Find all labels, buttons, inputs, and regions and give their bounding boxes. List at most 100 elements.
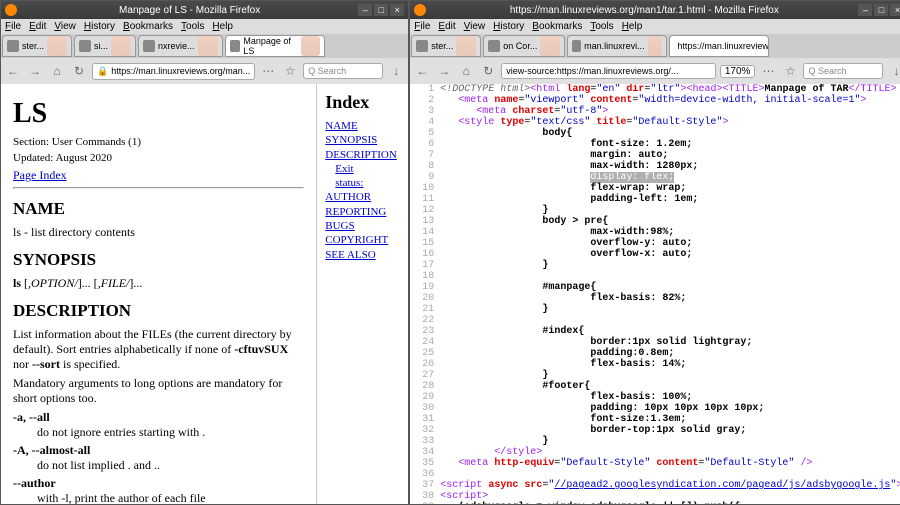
source-line[interactable]: 1<!DOCTYPE html><html lang="en" dir="ltr… xyxy=(410,84,900,95)
index-link[interactable]: SYNOPSIS xyxy=(325,133,400,147)
minimize-button[interactable]: – xyxy=(358,4,372,16)
zoom-level[interactable]: 170% xyxy=(720,65,756,78)
source-line[interactable]: 11 padding-left: 1em; xyxy=(410,194,900,205)
source-line[interactable]: 29 flex-basis: 100%; xyxy=(410,392,900,403)
source-view[interactable]: 1<!DOCTYPE html><html lang="en" dir="ltr… xyxy=(410,84,900,504)
close-button[interactable]: × xyxy=(890,4,900,16)
search-input[interactable]: Q Search xyxy=(303,63,383,79)
url-input[interactable]: 🔒https://man.linuxreviews.org/man... xyxy=(92,63,255,80)
source-line[interactable]: 20 flex-basis: 82%; xyxy=(410,293,900,304)
source-line[interactable]: 13 body > pre{ xyxy=(410,216,900,227)
forward-button[interactable]: → xyxy=(435,62,453,80)
tab[interactable]: nxrevie... xyxy=(138,35,223,57)
menu-bookmarks[interactable]: Bookmarks xyxy=(123,21,173,32)
index-link[interactable]: REPORTING BUGS xyxy=(325,205,400,234)
close-button[interactable]: × xyxy=(390,4,404,16)
back-button[interactable]: ← xyxy=(413,62,431,80)
left-titlebar[interactable]: Manpage of LS - Mozilla Firefox – □ × xyxy=(1,1,408,19)
tab[interactable]: https://man.linuxreviews.org/... xyxy=(669,35,769,57)
source-line[interactable]: 18 xyxy=(410,271,900,282)
menu-edit[interactable]: Edit xyxy=(438,21,455,32)
source-line[interactable]: 30 padding: 10px 10px 10px 10px; xyxy=(410,403,900,414)
source-line[interactable]: 10 flex-wrap: wrap; xyxy=(410,183,900,194)
menu-help[interactable]: Help xyxy=(622,21,643,32)
source-line[interactable]: 3 <meta charset="utf-8"> xyxy=(410,106,900,117)
source-line[interactable]: 14 max-width:98%; xyxy=(410,227,900,238)
index-link[interactable]: AUTHOR xyxy=(325,190,400,204)
index-link[interactable]: SEE ALSO xyxy=(325,248,400,262)
source-line[interactable]: 12 } xyxy=(410,205,900,216)
source-line[interactable]: 33 } xyxy=(410,436,900,447)
forward-button[interactable]: → xyxy=(26,62,44,80)
reload-button[interactable]: ↻ xyxy=(70,62,88,80)
menu-history[interactable]: History xyxy=(493,21,524,32)
source-line[interactable]: 22 xyxy=(410,315,900,326)
tab[interactable]: si... xyxy=(74,35,136,57)
source-line[interactable]: 7 margin: auto; xyxy=(410,150,900,161)
index-link[interactable]: NAME xyxy=(325,119,400,133)
source-line[interactable]: 17 } xyxy=(410,260,900,271)
index-link[interactable]: DESCRIPTION xyxy=(325,148,400,162)
home-button[interactable]: ⌂ xyxy=(48,62,66,80)
back-button[interactable]: ← xyxy=(4,62,22,80)
source-line[interactable]: 15 overflow-y: auto; xyxy=(410,238,900,249)
home-button[interactable]: ⌂ xyxy=(457,62,475,80)
search-input[interactable]: Q Search xyxy=(803,63,883,79)
source-line[interactable]: 37<script async src="//pagead2.googlesyn… xyxy=(410,480,900,491)
source-line[interactable]: 28 #footer{ xyxy=(410,381,900,392)
download-icon[interactable]: ↓ xyxy=(387,62,405,80)
menu-view[interactable]: View xyxy=(464,21,486,32)
more-button[interactable]: ⋯ xyxy=(259,62,277,80)
source-line[interactable]: 35 <meta http-equiv="Default-Style" cont… xyxy=(410,458,900,469)
tab[interactable]: on Cor... xyxy=(483,35,565,57)
source-line[interactable]: 5 body{ xyxy=(410,128,900,139)
source-line[interactable]: 31 font-size:1.3em; xyxy=(410,414,900,425)
source-line[interactable]: 2 <meta name="viewport" content="width=d… xyxy=(410,95,900,106)
source-line[interactable]: 26 flex-basis: 14%; xyxy=(410,359,900,370)
source-line[interactable]: 34 </style> xyxy=(410,447,900,458)
reload-button[interactable]: ↻ xyxy=(479,62,497,80)
menu-tools[interactable]: Tools xyxy=(181,21,204,32)
source-line[interactable]: 27 } xyxy=(410,370,900,381)
source-line[interactable]: 16 overflow-x: auto; xyxy=(410,249,900,260)
source-line[interactable]: 9 display: flex; xyxy=(410,172,900,183)
download-icon[interactable]: ↓ xyxy=(887,62,900,80)
source-line[interactable]: 4 <style type="text/css" title="Default-… xyxy=(410,117,900,128)
star-button[interactable]: ☆ xyxy=(781,62,799,80)
star-button[interactable]: ☆ xyxy=(281,62,299,80)
menu-help[interactable]: Help xyxy=(212,21,233,32)
tab[interactable]: ster... xyxy=(2,35,72,57)
tab[interactable]: Manpage of LS xyxy=(225,35,325,57)
tab[interactable]: man.linuxrevi... xyxy=(567,35,667,57)
source-line[interactable]: 38<script> xyxy=(410,491,900,502)
minimize-button[interactable]: – xyxy=(858,4,872,16)
tab[interactable]: ster... xyxy=(411,35,481,57)
menu-edit[interactable]: Edit xyxy=(29,21,46,32)
index-link[interactable]: COPYRIGHT xyxy=(325,233,400,247)
source-line[interactable]: 39 (adsbygoogle = window.adsbygoogle || … xyxy=(410,502,900,504)
source-line[interactable]: 6 font-size: 1.2em; xyxy=(410,139,900,150)
maximize-button[interactable]: □ xyxy=(874,4,888,16)
source-line[interactable]: 8 max-width: 1280px; xyxy=(410,161,900,172)
source-line[interactable]: 23 #index{ xyxy=(410,326,900,337)
url-input[interactable]: view-source:https://man.linuxreviews.org… xyxy=(501,63,716,79)
more-button[interactable]: ⋯ xyxy=(759,62,777,80)
source-line[interactable]: 36 xyxy=(410,469,900,480)
source-line[interactable]: 24 border:1px solid lightgray; xyxy=(410,337,900,348)
source-line[interactable]: 19 #manpage{ xyxy=(410,282,900,293)
page-index-link[interactable]: Page Index xyxy=(13,168,67,182)
menu-view[interactable]: View xyxy=(54,21,76,32)
source-line[interactable]: 25 padding:0.8em; xyxy=(410,348,900,359)
menu-bookmarks[interactable]: Bookmarks xyxy=(532,21,582,32)
right-titlebar[interactable]: https://man.linuxreviews.org/man1/tar.1.… xyxy=(410,1,900,19)
menu-tools[interactable]: Tools xyxy=(590,21,613,32)
source-line[interactable]: 32 border-top:1px solid gray; xyxy=(410,425,900,436)
menu-file[interactable]: File xyxy=(5,21,21,32)
left-addressbar: ← → ⌂ ↻ 🔒https://man.linuxreviews.org/ma… xyxy=(1,58,408,84)
menu-history[interactable]: History xyxy=(84,21,115,32)
index-link[interactable]: Exit xyxy=(335,162,400,176)
source-line[interactable]: 21 } xyxy=(410,304,900,315)
menu-file[interactable]: File xyxy=(414,21,430,32)
index-link[interactable]: status: xyxy=(335,176,400,190)
maximize-button[interactable]: □ xyxy=(374,4,388,16)
